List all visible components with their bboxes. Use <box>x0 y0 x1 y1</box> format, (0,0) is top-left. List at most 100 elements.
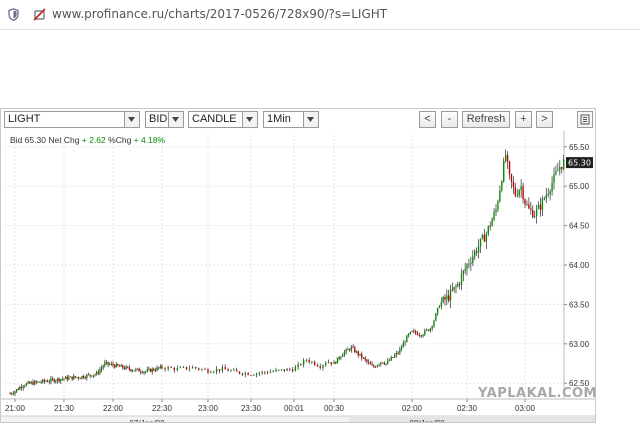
y-tick-label: 65.00 <box>569 182 590 191</box>
candle-up <box>305 359 308 361</box>
candle-up <box>24 385 26 387</box>
address-bar[interactable]: www.profinance.ru/charts/2017-0526/728x9… <box>0 0 640 30</box>
candle-up <box>453 286 455 291</box>
candle-up <box>393 355 396 358</box>
candle-down <box>354 347 356 353</box>
x-tick-label: 22:00 <box>103 404 124 413</box>
x-tick-label: 23:00 <box>198 404 219 413</box>
candle-down <box>352 346 354 348</box>
candle-up <box>48 381 50 383</box>
candle-up <box>81 376 83 379</box>
candle-up <box>191 367 194 369</box>
shield-icon[interactable] <box>8 8 19 24</box>
candle-up <box>14 391 16 394</box>
candle-up <box>60 379 62 382</box>
candle-up <box>537 204 540 209</box>
candle-up <box>495 209 497 212</box>
candle-up <box>258 372 261 374</box>
candle-down <box>195 367 197 369</box>
candle-down <box>530 208 532 210</box>
candle-up <box>543 198 546 200</box>
candle-up <box>462 270 465 275</box>
candle-up <box>551 182 553 192</box>
candle-up <box>244 373 246 375</box>
candle-down <box>347 349 349 351</box>
candle-down <box>383 362 385 365</box>
candle-up <box>86 374 88 378</box>
price-chart[interactable]: Bid 65.30 Net Chg + 2.62 %Chg + 4.18% 65… <box>1 109 595 422</box>
candle-up <box>182 366 185 368</box>
candle-up <box>253 374 255 376</box>
candle-down <box>82 376 85 378</box>
candle-up <box>470 262 472 265</box>
permissions-blocked-icon[interactable] <box>33 8 46 24</box>
candle-up <box>477 246 480 253</box>
candle-up <box>55 380 57 382</box>
candle-up <box>261 371 263 373</box>
x-tick-label: 23:30 <box>241 404 262 413</box>
date-label: 08/Jan/20 <box>409 419 445 422</box>
x-tick-label: 21:00 <box>5 404 26 413</box>
candle-up <box>105 361 108 363</box>
candle-up <box>56 378 59 381</box>
candle-down <box>475 251 478 253</box>
x-tick-label: 03:00 <box>515 404 536 413</box>
candle-down <box>357 351 359 356</box>
candle-up <box>110 363 113 365</box>
candle-up <box>526 204 528 206</box>
candle-up <box>275 369 277 372</box>
candle-up <box>497 201 499 210</box>
candle-up <box>188 368 191 370</box>
candle-up <box>535 208 538 217</box>
candle-down <box>514 187 517 196</box>
x-tick-label: 02:30 <box>457 404 478 413</box>
candle-down <box>11 393 13 395</box>
candle-up <box>151 368 153 372</box>
candle-up <box>503 161 505 182</box>
candle-up <box>422 334 424 337</box>
date-band-second <box>349 416 595 422</box>
candle-up <box>442 296 444 303</box>
candle-up <box>404 342 406 344</box>
x-tick-label: 22:30 <box>152 404 173 413</box>
candle-up <box>133 370 135 372</box>
candle-up <box>120 365 122 367</box>
candle-up <box>549 191 551 194</box>
candle-up <box>159 366 162 368</box>
candle-down <box>118 365 121 367</box>
candle-down <box>207 369 209 373</box>
candle-down <box>369 362 372 365</box>
candle-up <box>376 365 379 367</box>
candle-up <box>559 166 561 171</box>
candle-down <box>330 362 332 365</box>
candle-up <box>42 379 44 383</box>
candle-down <box>308 359 310 363</box>
candle-down <box>381 362 384 364</box>
candle-down <box>198 368 200 370</box>
candle-up <box>100 367 103 370</box>
price-axis: 65.5065.0064.5064.0063.5063.0062.50 <box>564 143 590 388</box>
candle-up <box>37 381 39 383</box>
candle-down <box>123 367 126 369</box>
url-text[interactable]: www.profinance.ru/charts/2017-0526/728x9… <box>52 7 387 21</box>
candle-up <box>468 264 470 265</box>
candle-down <box>46 381 49 383</box>
candle-up <box>94 374 96 376</box>
candle-down <box>161 366 163 369</box>
candle-down <box>32 382 34 385</box>
candle-up <box>87 374 90 376</box>
candle-down <box>374 366 377 368</box>
candle-down <box>35 381 37 383</box>
candle-up <box>22 386 24 388</box>
candle-down <box>238 371 241 374</box>
candle-up <box>297 364 299 368</box>
candle-up <box>69 376 72 378</box>
candle-down <box>447 295 450 301</box>
candle-down <box>218 369 221 371</box>
candle-up <box>104 362 106 366</box>
candle-up <box>501 181 503 191</box>
candle-up <box>499 190 501 202</box>
candle-down <box>113 365 116 368</box>
candle-down <box>373 365 375 367</box>
candle-up <box>286 368 288 371</box>
